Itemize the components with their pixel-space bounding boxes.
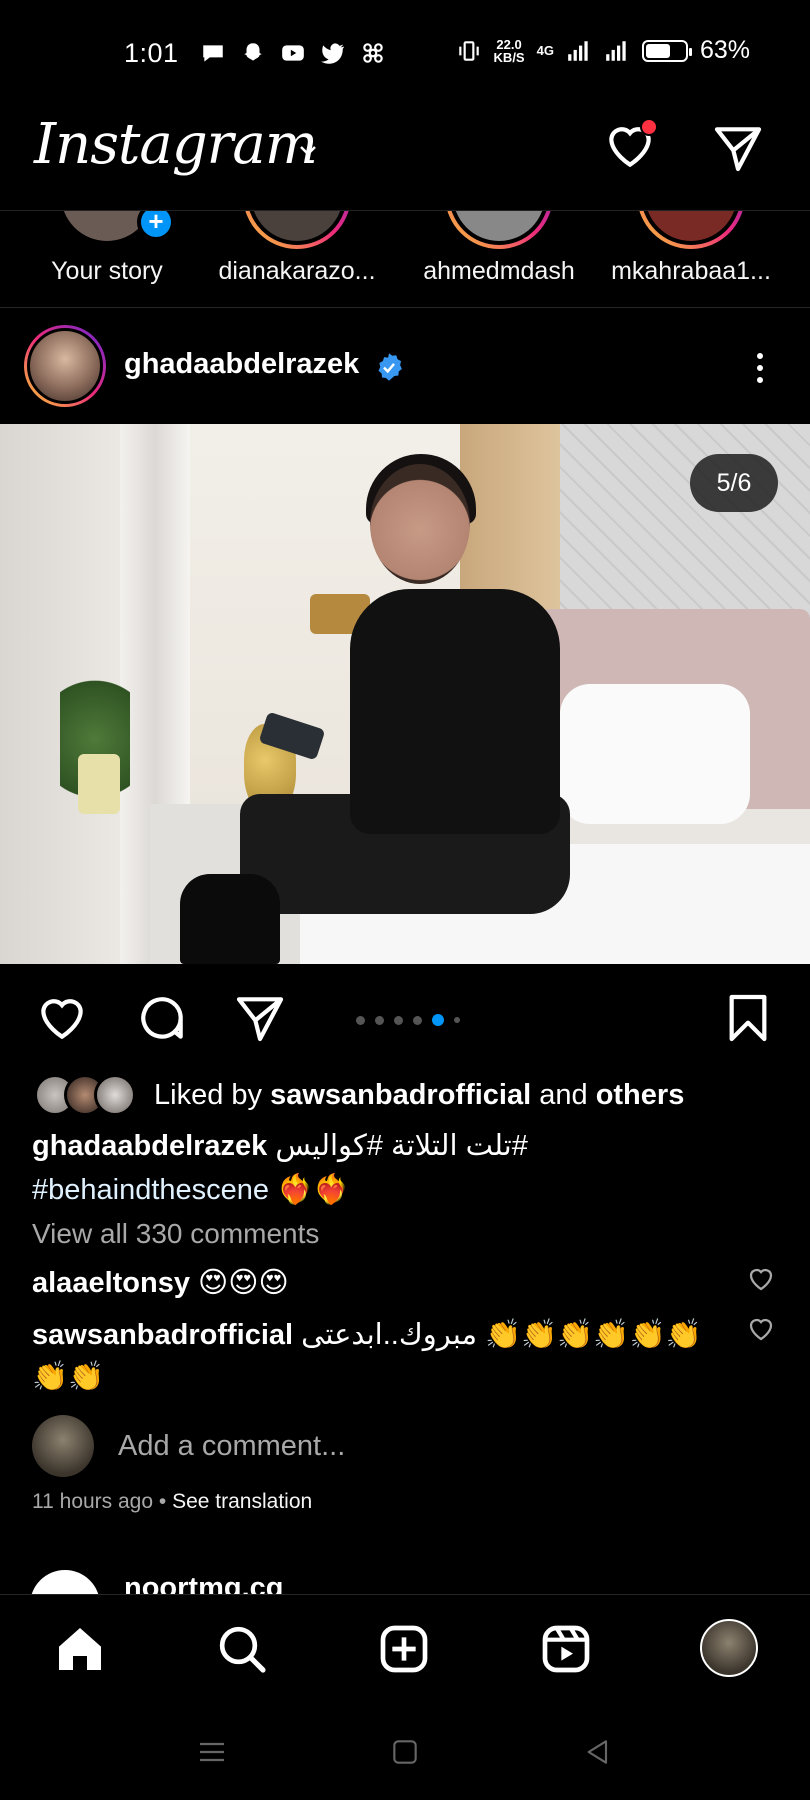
status-right: 22.0 KB/S 4G 63% bbox=[456, 36, 750, 65]
add-story-icon[interactable]: + bbox=[137, 211, 175, 241]
home-icon[interactable] bbox=[52, 1621, 108, 1677]
status-app-icons bbox=[200, 40, 386, 66]
create-icon[interactable] bbox=[376, 1621, 432, 1677]
caption-text: #تلت التلاتة #كواليس bbox=[275, 1130, 528, 1162]
carousel-dot bbox=[454, 1017, 460, 1023]
caption-hashtag[interactable]: #behaindthescene bbox=[32, 1174, 269, 1206]
system-nav-bar bbox=[0, 1702, 810, 1800]
back-icon[interactable] bbox=[582, 1736, 614, 1768]
like-icon[interactable] bbox=[34, 990, 90, 1046]
post-time: 11 hours ago bbox=[32, 1490, 154, 1513]
story-name: mkahrabaa1... bbox=[611, 257, 771, 285]
story-name: dianakarazo... bbox=[218, 257, 376, 285]
comment-icon[interactable] bbox=[134, 990, 190, 1046]
carousel-dot bbox=[413, 1015, 422, 1025]
network-speed-unit: KB/S bbox=[493, 49, 525, 65]
story-avatar bbox=[445, 211, 553, 249]
liked-by-text: Liked by sawsanbadrofficial and others bbox=[154, 1079, 684, 1112]
post-caption: ghadaabdelrazek #تلت التلاتة #كواليس #be… bbox=[32, 1124, 752, 1212]
stories-tray: + Your story dianakarazo... ahmedmdash m… bbox=[0, 210, 810, 306]
post-username[interactable]: ghadaabdelrazek bbox=[124, 348, 359, 381]
chevron-down-icon[interactable] bbox=[296, 138, 320, 162]
send-icon[interactable] bbox=[710, 120, 766, 176]
caption-username[interactable]: ghadaabdelrazek bbox=[32, 1130, 267, 1162]
comment-like-icon[interactable] bbox=[746, 1314, 776, 1344]
liked-by-row[interactable]: Liked by sawsanbadrofficial and others bbox=[34, 1070, 684, 1120]
menu-icon[interactable] bbox=[196, 1736, 228, 1768]
reels-icon[interactable] bbox=[538, 1621, 594, 1677]
image-counter: 5/6 bbox=[690, 454, 778, 512]
photo-pot bbox=[78, 754, 120, 814]
liker-avatar bbox=[94, 1074, 136, 1116]
post-image[interactable]: 5/6 bbox=[0, 424, 810, 964]
notification-dot bbox=[640, 118, 658, 136]
caption-emoji: ❤️‍🔥❤️‍🔥 bbox=[277, 1174, 350, 1206]
battery-icon bbox=[641, 39, 692, 62]
bottom-nav bbox=[0, 1594, 810, 1702]
liked-by-prefix: Liked by bbox=[154, 1078, 263, 1111]
next-post-header: noortmg.cg bbox=[0, 1560, 810, 1594]
liked-by-user[interactable]: sawsanbadrofficial bbox=[270, 1079, 531, 1111]
snapchat-icon bbox=[244, 43, 262, 61]
meta-separator: • bbox=[158, 1490, 167, 1513]
chat-bubble-icon bbox=[203, 45, 223, 62]
add-comment-input[interactable]: Add a comment... bbox=[118, 1430, 345, 1463]
photo-boot bbox=[180, 874, 280, 964]
comment-row: alaaeltonsy 😍😍😍 bbox=[32, 1262, 722, 1304]
more-options-icon[interactable] bbox=[748, 348, 772, 388]
share-icon[interactable] bbox=[232, 990, 288, 1046]
home-square-icon[interactable] bbox=[389, 1736, 421, 1768]
signal-icon bbox=[568, 40, 588, 61]
carousel-dots bbox=[356, 1014, 460, 1026]
add-comment-row[interactable]: Add a comment... bbox=[32, 1414, 345, 1478]
photo-tile-wall bbox=[560, 424, 810, 624]
network-speed: 22.0 KB/S bbox=[494, 38, 525, 64]
bookmark-icon[interactable] bbox=[720, 990, 776, 1046]
liked-by-middle: and bbox=[539, 1078, 588, 1111]
carousel-dot bbox=[356, 1015, 365, 1025]
comment-username[interactable]: sawsanbadrofficial bbox=[32, 1319, 293, 1351]
status-time: 1:01 bbox=[124, 38, 179, 68]
post-header: ghadaabdelrazek bbox=[0, 308, 810, 424]
status-bar: 1:01 22.0 KB/S 4G 63% bbox=[0, 0, 810, 100]
signal-icon-2 bbox=[606, 40, 626, 61]
app-header: Instagram bbox=[0, 100, 810, 210]
carousel-dot-active bbox=[432, 1014, 444, 1026]
story-name: Your story bbox=[51, 257, 163, 285]
view-all-comments-link[interactable]: View all 330 comments bbox=[32, 1218, 319, 1250]
comment-username[interactable]: alaaeltonsy bbox=[32, 1267, 190, 1299]
twitter-icon bbox=[321, 43, 344, 64]
battery-percent: 63% bbox=[699, 36, 750, 64]
comment-text: 😍😍😍 bbox=[198, 1267, 289, 1299]
instagram-logo[interactable]: Instagram bbox=[34, 112, 318, 177]
story-name: ahmedmdash bbox=[423, 257, 575, 285]
search-icon[interactable] bbox=[214, 1621, 270, 1677]
pinwheel-icon bbox=[363, 43, 383, 63]
photo-person bbox=[350, 589, 560, 834]
comment-like-icon[interactable] bbox=[746, 1264, 776, 1294]
network-type: 4G bbox=[536, 43, 554, 58]
next-post-username[interactable]: noortmg.cg bbox=[124, 1572, 284, 1594]
photo-face bbox=[370, 464, 470, 584]
vibrate-icon bbox=[458, 40, 479, 61]
photo-pillow bbox=[560, 684, 750, 824]
post-avatar[interactable] bbox=[24, 325, 106, 407]
comment-row: sawsanbadrofficial مبروك..ابدعتى 👏👏👏👏👏👏👏… bbox=[32, 1314, 722, 1398]
story-avatar bbox=[637, 211, 745, 249]
my-avatar bbox=[32, 1415, 94, 1477]
story-avatar bbox=[243, 211, 351, 249]
profile-avatar[interactable] bbox=[700, 1619, 758, 1677]
see-translation-link[interactable]: See translation bbox=[172, 1490, 312, 1513]
post-meta: 11 hours ago • See translation bbox=[32, 1490, 312, 1514]
next-post-avatar[interactable] bbox=[30, 1570, 100, 1594]
carousel-dot bbox=[375, 1015, 384, 1025]
carousel-dot bbox=[394, 1015, 403, 1025]
network-speed-value: 22.0 bbox=[496, 36, 522, 52]
verified-badge-icon bbox=[378, 353, 402, 381]
liked-by-others[interactable]: others bbox=[596, 1079, 685, 1111]
youtube-icon bbox=[282, 45, 304, 61]
post-actions bbox=[0, 964, 810, 1064]
